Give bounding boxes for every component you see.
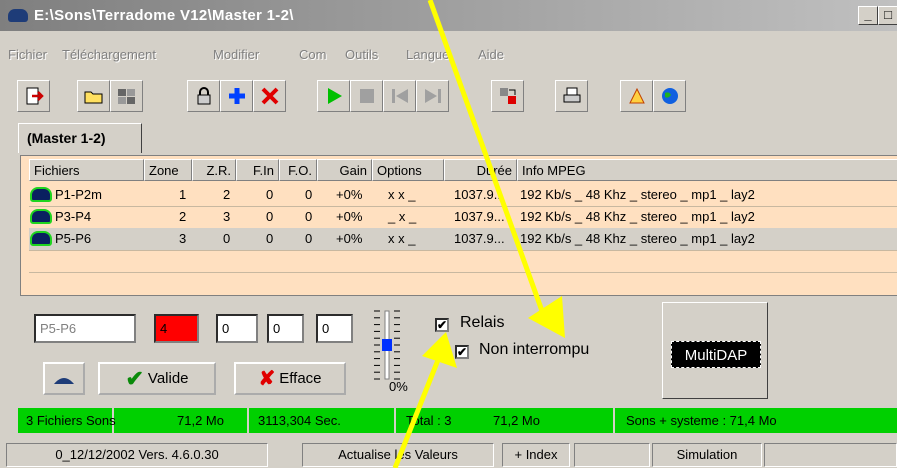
annotation-arrows — [392, 0, 565, 468]
arrow-line-top — [427, 0, 549, 323]
arrow-line-bottom — [392, 359, 441, 468]
arrow-head-top — [528, 296, 565, 338]
